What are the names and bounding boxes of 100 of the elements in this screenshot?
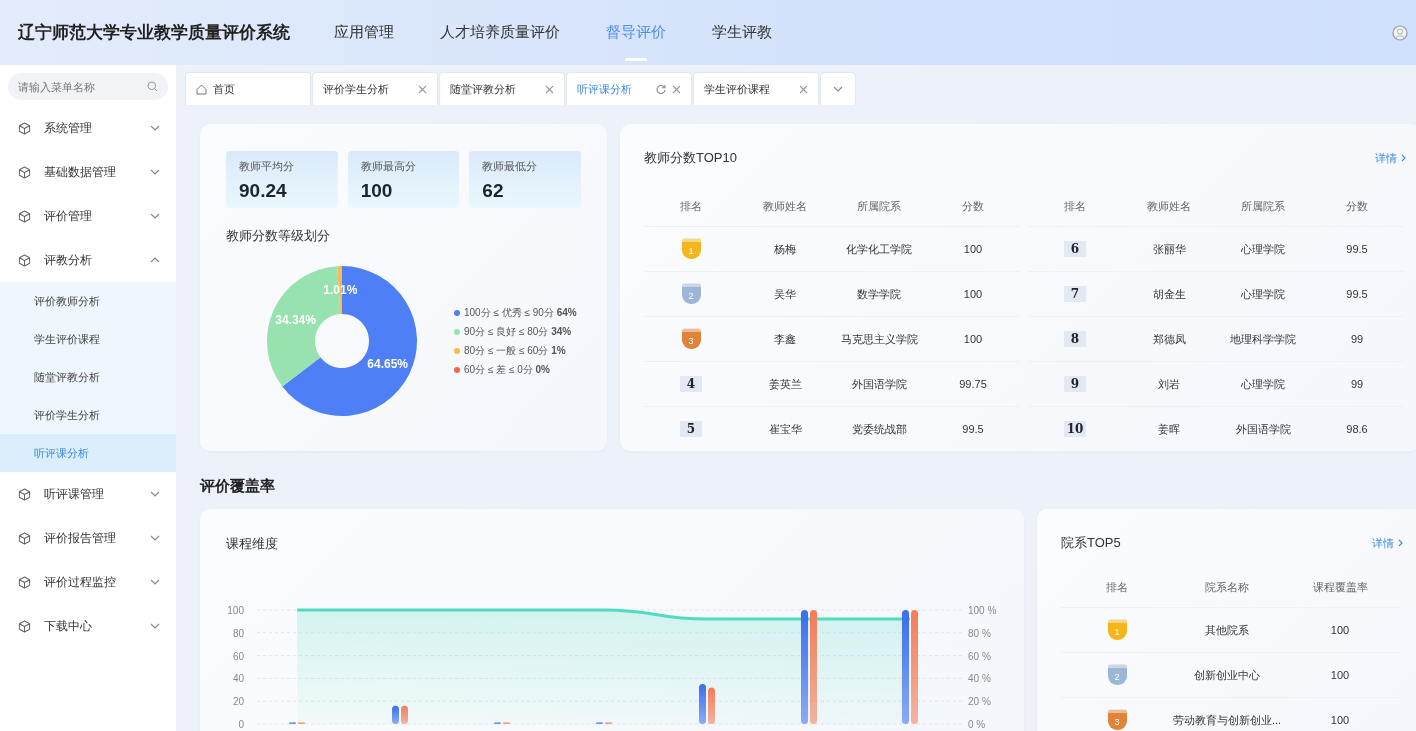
details-link[interactable]: 详情 — [1375, 150, 1397, 166]
menu-item[interactable]: 评教分析 — [0, 238, 176, 282]
page-tab[interactable]: 首页 — [185, 72, 311, 105]
chevron-icon — [150, 535, 160, 541]
page-tab[interactable]: 学生评价课程 — [693, 72, 819, 105]
chevron-right-icon[interactable] — [1401, 154, 1406, 162]
chart-title: 课程维度 — [226, 535, 279, 553]
table-cell-text: 100 — [1329, 714, 1351, 726]
axis-label: 20 — [232, 696, 244, 708]
table-cell-text: 98.6 — [1345, 423, 1369, 435]
close-icon[interactable] — [799, 84, 808, 94]
cube-icon — [18, 253, 31, 267]
submenu-item[interactable]: 评价学生分析 — [0, 396, 176, 434]
table-cell-text: 心理学院 — [1240, 286, 1286, 302]
axis-label: 80 % — [968, 627, 991, 639]
column-header: 排名 — [679, 198, 703, 214]
menu-item[interactable]: 评价报告管理 — [0, 516, 176, 560]
chevron-icon — [833, 86, 843, 92]
search-field[interactable]: 请输入菜单名称 — [8, 73, 168, 100]
slice-label: 1.01% — [323, 283, 358, 297]
rank-number: 4 — [680, 376, 702, 392]
search-icon[interactable] — [147, 81, 158, 92]
rank-number: 6 — [1064, 241, 1086, 257]
table-cell-text: 外国语学院 — [850, 376, 908, 392]
page-tab[interactable]: 听评课分析 — [566, 72, 692, 105]
table-cell-text: 99 — [1349, 378, 1365, 390]
table-cell-text: 胡金生 — [1151, 286, 1187, 302]
close-icon[interactable] — [672, 84, 681, 94]
chart-title: 教师分数等级划分 — [226, 227, 331, 245]
rank-medal: 3 — [681, 329, 701, 349]
stat-value: 62 — [482, 180, 505, 202]
bar — [392, 705, 399, 724]
table-cell-text: 100 — [1329, 669, 1351, 681]
chevron-icon — [150, 579, 160, 585]
table-cell-text: 党委统战部 — [850, 421, 908, 437]
column-header: 院系名称 — [1204, 579, 1250, 595]
column-header: 分数 — [961, 198, 985, 214]
column-header: 教师姓名 — [762, 198, 808, 214]
axis-label: 100 — [227, 605, 244, 616]
menu-item[interactable]: 评价管理 — [0, 194, 176, 238]
table-cell-text: 100 — [1329, 624, 1351, 636]
table-cell: 劳动教育与创新创业... — [1173, 712, 1281, 728]
submenu-item[interactable]: 随堂评教分析 — [0, 358, 176, 396]
submenu-item[interactable]: 评价教师分析 — [0, 282, 176, 320]
nav-tab[interactable]: 应用管理 — [334, 0, 394, 65]
column-header: 所属院系 — [856, 198, 902, 214]
table-cell-text: 刘岩 — [1157, 376, 1181, 392]
close-icon[interactable] — [418, 84, 427, 94]
submenu-item[interactable]: 学生评价课程 — [0, 320, 176, 358]
bar — [708, 687, 715, 724]
user-avatar-icon[interactable] — [1392, 24, 1408, 41]
menu-item[interactable]: 系统管理 — [0, 106, 176, 150]
axis-label: 60 % — [968, 650, 991, 662]
stat-label: 教师平均分 — [239, 159, 295, 174]
chevron-icon — [150, 491, 160, 497]
menu-item[interactable]: 基础数据管理 — [0, 150, 176, 194]
axis-label: 0 % — [968, 719, 986, 730]
axis-label: 60 — [232, 650, 244, 662]
table-cell-text: 100 — [962, 243, 984, 255]
page-tab[interactable]: 评价学生分析 — [312, 72, 438, 105]
table-cell-text: 姜晖 — [1157, 421, 1181, 437]
table-cell-text: 100 — [962, 288, 984, 300]
table-cell-text: 100 — [962, 333, 984, 345]
menu-item[interactable]: 评价过程监控 — [0, 560, 176, 604]
rank-number: 9 — [1064, 376, 1086, 392]
home-icon — [196, 83, 207, 95]
table-cell-text: 其他院系 — [1204, 622, 1250, 638]
axis-label: 80 — [232, 627, 244, 639]
column-header: 教师姓名 — [1146, 198, 1192, 214]
stat-value: 100 — [360, 180, 394, 202]
cube-icon — [18, 575, 31, 589]
chevron-right-icon[interactable] — [1398, 539, 1403, 547]
nav-tab[interactable]: 人才培养质量评价 — [440, 0, 560, 65]
table-cell-text: 崔宝华 — [767, 421, 803, 437]
menu-item[interactable]: 听评课管理 — [0, 472, 176, 516]
column-header: 课程覆盖率 — [1311, 579, 1369, 595]
cube-icon — [18, 619, 31, 633]
chevron-icon — [150, 623, 160, 629]
legend-label: 100分 ≤ 优秀 ≤ 90分 64% — [464, 306, 577, 320]
page-tab[interactable]: 随堂评教分析 — [439, 72, 565, 105]
table-cell-text: 地理科学学院 — [1229, 331, 1297, 347]
table-cell-text: 心理学院 — [1240, 376, 1286, 392]
table-cell-text: 外国语学院 — [1234, 421, 1292, 437]
chevron-icon — [150, 257, 160, 263]
table-cell-text: 99.5 — [961, 423, 985, 435]
table-cell-text: 数学学院 — [856, 286, 902, 302]
nav-tab[interactable]: 学生评教 — [712, 0, 772, 65]
details-link[interactable]: 详情 — [1372, 535, 1394, 551]
section-title: 评价覆盖率 — [200, 477, 276, 496]
column-header: 排名 — [1063, 198, 1087, 214]
close-icon[interactable] — [545, 84, 554, 94]
column-header: 分数 — [1345, 198, 1369, 214]
menu-item[interactable]: 下载中心 — [0, 604, 176, 648]
table-cell-text: 化学化工学院 — [845, 241, 913, 257]
rank-medal: 1 — [1107, 620, 1127, 640]
rank-number: 5 — [680, 421, 702, 437]
refresh-icon[interactable] — [656, 84, 666, 94]
column-header: 排名 — [1105, 579, 1129, 595]
cube-icon — [18, 165, 31, 179]
rank-number: 10 — [1064, 421, 1086, 437]
